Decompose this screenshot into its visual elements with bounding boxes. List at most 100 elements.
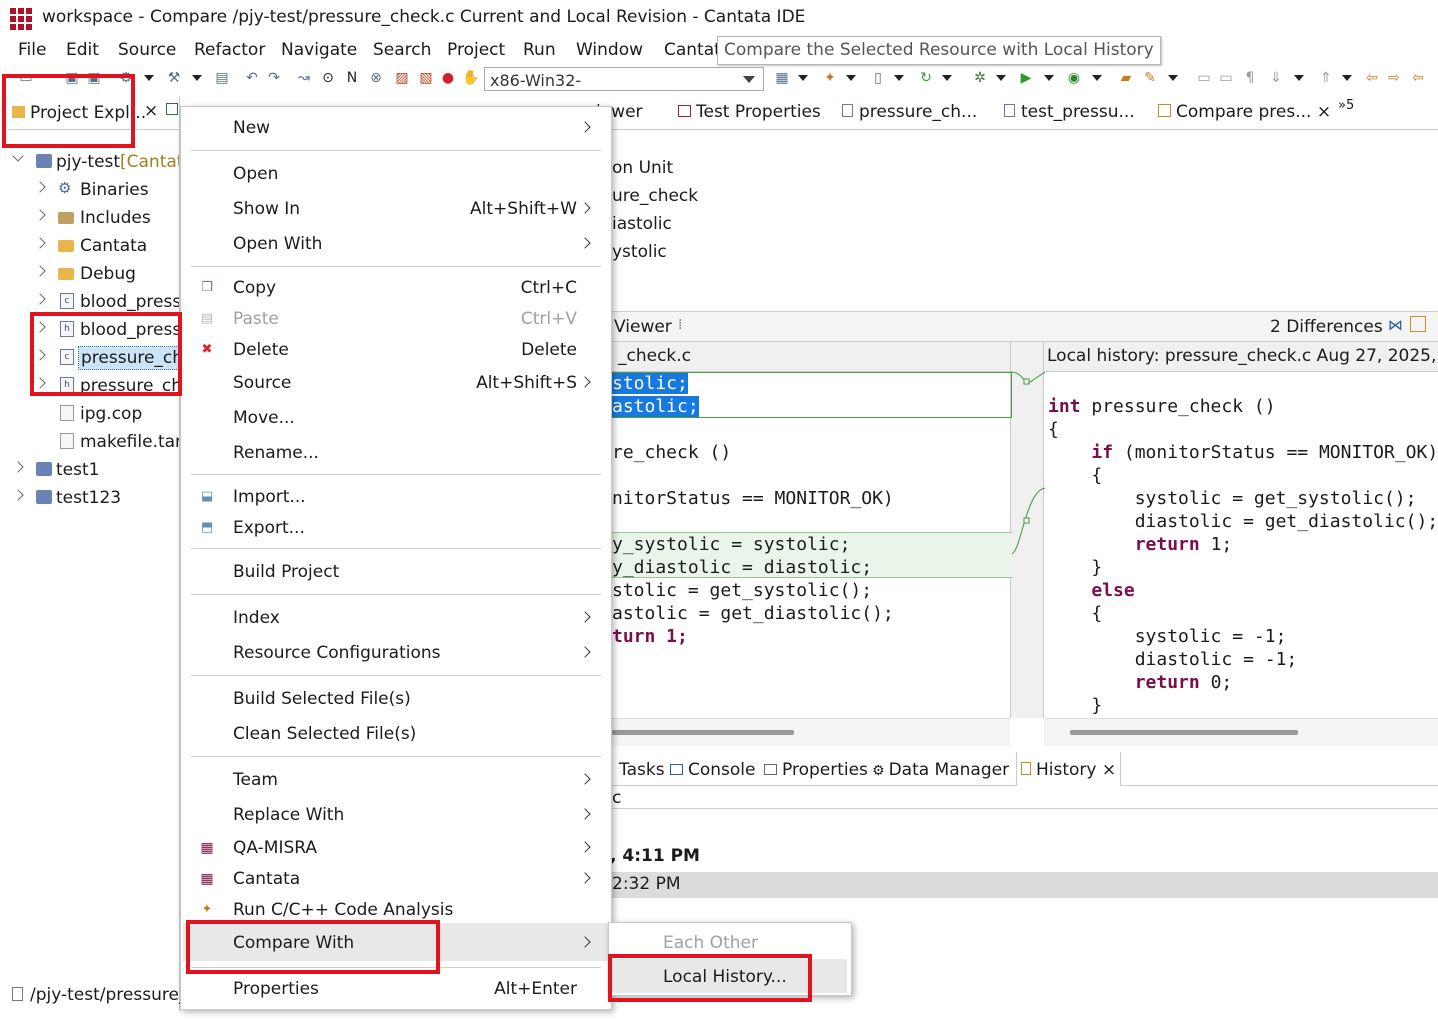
menu-item-resource-configurations[interactable]: Resource Configurations bbox=[233, 643, 441, 663]
menu-window[interactable]: Window bbox=[576, 40, 643, 60]
menu-search[interactable]: Search bbox=[373, 40, 431, 60]
menu-item-run-code-analysis[interactable]: Run C/C++ Code Analysis bbox=[233, 900, 453, 920]
open-folder-icon[interactable]: ▰ bbox=[1118, 70, 1134, 86]
left-code-pane[interactable]: stolic; astolic; re_check () nitorStatus… bbox=[612, 372, 1010, 718]
open-task-icon[interactable]: ▨ bbox=[394, 70, 410, 86]
menu-item-import[interactable]: Import... bbox=[233, 487, 306, 507]
tab-pressure-check[interactable]: pressure_ch... bbox=[842, 102, 977, 122]
tab-console[interactable]: Console bbox=[670, 760, 756, 780]
submenu-item-each-other[interactable]: Each Other bbox=[663, 933, 758, 953]
tab-data-manager[interactable]: ⚙ Data Manager bbox=[872, 760, 1009, 780]
close-icon[interactable]: × bbox=[144, 101, 158, 121]
menu-item-export[interactable]: Export... bbox=[233, 518, 305, 538]
scrollbar-thumb[interactable] bbox=[612, 730, 794, 735]
tab-overflow[interactable]: »5 bbox=[1338, 98, 1354, 113]
step-icon[interactable]: N bbox=[344, 70, 360, 86]
menu-item-copy[interactable]: Copy bbox=[233, 278, 276, 298]
tab-history[interactable]: History × bbox=[1016, 752, 1122, 786]
menu-item-delete[interactable]: Delete bbox=[233, 340, 289, 360]
submenu-item-local-history[interactable]: Local History... bbox=[663, 967, 787, 987]
outline-view-icon[interactable] bbox=[166, 103, 178, 115]
scrollbar-thumb[interactable] bbox=[1070, 730, 1298, 735]
menu-cantata[interactable]: Cantat bbox=[664, 40, 721, 60]
forward-icon[interactable]: ↷ bbox=[266, 70, 282, 86]
save-icon[interactable]: ▣ bbox=[64, 70, 80, 86]
menu-edit[interactable]: Edit bbox=[66, 40, 99, 60]
debug-launch-icon[interactable]: ▧ bbox=[418, 70, 434, 86]
structure-item[interactable]: ure_check bbox=[612, 186, 698, 206]
copy-right-icon[interactable] bbox=[1410, 316, 1426, 332]
drag-handle-icon[interactable]: ⁞ bbox=[678, 317, 682, 333]
tab-compare[interactable]: Compare pres... × bbox=[1156, 102, 1334, 122]
build-icon[interactable]: ⚙ bbox=[118, 70, 134, 86]
cantata-new-icon[interactable]: ▦ bbox=[774, 70, 790, 86]
stop-icon[interactable]: ⊗ bbox=[368, 70, 384, 86]
run-icon[interactable]: ▶ bbox=[1018, 70, 1034, 86]
tab-test-pressure[interactable]: test_pressu... bbox=[1004, 102, 1135, 122]
menu-source[interactable]: Source bbox=[118, 40, 176, 60]
menu-navigate[interactable]: Navigate bbox=[281, 40, 357, 60]
tab-properties[interactable]: Properties bbox=[764, 760, 868, 780]
right-code-pane[interactable]: int pressure_check () { if (monitorStatu… bbox=[1046, 372, 1438, 718]
save-all-icon[interactable]: ▣ bbox=[86, 70, 102, 86]
coverage-icon[interactable]: ◉ bbox=[1066, 70, 1082, 86]
back-icon[interactable]: ↶ bbox=[244, 70, 260, 86]
menu-item-open-with[interactable]: Open With bbox=[233, 234, 322, 254]
toggle-icon[interactable]: ▭ bbox=[1218, 70, 1234, 86]
last-edit-icon[interactable]: ⇦ bbox=[1364, 70, 1380, 86]
cantata-wizard-icon[interactable]: ✦ bbox=[822, 70, 838, 86]
menu-item-replace-with[interactable]: Replace With bbox=[233, 805, 344, 825]
left-horizontal-scrollbar[interactable] bbox=[612, 718, 1010, 746]
menu-item-paste[interactable]: Paste bbox=[233, 309, 279, 329]
brush-icon[interactable]: ✎ bbox=[1142, 70, 1158, 86]
menu-item-properties[interactable]: Properties bbox=[233, 979, 319, 999]
pin-icon[interactable]: ▭ bbox=[1196, 70, 1212, 86]
history-row[interactable]: , 4:11 PM bbox=[610, 846, 700, 866]
menu-refactor[interactable]: Refactor bbox=[194, 40, 265, 60]
structure-item[interactable]: on Unit bbox=[612, 158, 673, 178]
skip-icon[interactable]: ↝ bbox=[296, 70, 312, 86]
c-file-new-icon[interactable]: ▯ bbox=[870, 70, 886, 86]
new-icon[interactable]: ▭ bbox=[18, 70, 34, 86]
menu-item-source[interactable]: Source bbox=[233, 373, 291, 393]
bug-icon[interactable]: ✲ bbox=[972, 70, 988, 86]
menu-item-clean-selected[interactable]: Clean Selected File(s) bbox=[233, 724, 416, 744]
tab-test-properties[interactable]: Test Properties bbox=[678, 102, 821, 122]
menu-file[interactable]: File bbox=[18, 40, 46, 60]
menu-item-open[interactable]: Open bbox=[233, 164, 278, 184]
menu-item-build-project[interactable]: Build Project bbox=[233, 562, 339, 582]
tab-project-explorer[interactable]: Project Expl... bbox=[12, 103, 146, 123]
menu-item-cantata[interactable]: Cantata bbox=[233, 869, 300, 889]
next-annotation-icon[interactable]: ⇓ bbox=[1268, 70, 1284, 86]
prev-annotation-icon[interactable]: ⇑ bbox=[1318, 70, 1334, 86]
history-row[interactable]: 2:32 PM bbox=[612, 874, 681, 894]
menu-item-new[interactable]: New bbox=[233, 118, 270, 138]
menu-item-team[interactable]: Team bbox=[233, 770, 278, 790]
menu-item-qa-misra[interactable]: QA-MISRA bbox=[233, 838, 317, 858]
menu-project[interactable]: Project bbox=[447, 40, 505, 60]
right-horizontal-scrollbar[interactable] bbox=[1044, 718, 1438, 746]
merge-icon[interactable]: ⋈ bbox=[1388, 316, 1403, 334]
menu-item-index[interactable]: Index bbox=[233, 608, 280, 628]
menu-item-build-selected[interactable]: Build Selected File(s) bbox=[233, 689, 411, 709]
hand-icon[interactable]: ✋ bbox=[462, 70, 479, 86]
back-nav-icon[interactable]: ⇦ bbox=[1410, 70, 1426, 86]
menu-item-rename[interactable]: Rename... bbox=[233, 443, 319, 463]
record-icon[interactable]: ● bbox=[440, 70, 456, 86]
pilcrow-icon[interactable]: ¶ bbox=[1242, 70, 1258, 86]
menu-item-compare-with[interactable]: Compare With bbox=[233, 933, 354, 953]
build-target-combo[interactable]: x86-Win32- bbox=[484, 67, 764, 91]
menu-run[interactable]: Run bbox=[523, 40, 556, 60]
menu-item-show-in[interactable]: Show In bbox=[233, 199, 300, 219]
structure-item[interactable]: iastolic bbox=[612, 214, 672, 234]
menu-item-move[interactable]: Move... bbox=[233, 408, 295, 428]
structure-item[interactable]: ystolic bbox=[612, 242, 667, 262]
hammer-icon[interactable]: ⚒ bbox=[166, 70, 182, 86]
resume-icon[interactable]: ⊙ bbox=[320, 70, 336, 86]
forward-edit-icon[interactable]: ⇨ bbox=[1386, 70, 1402, 86]
close-icon[interactable]: × bbox=[1102, 760, 1116, 780]
tab-tasks[interactable]: Tasks bbox=[619, 760, 665, 780]
close-icon[interactable]: × bbox=[1317, 102, 1331, 122]
refresh-icon[interactable]: ↻ bbox=[918, 70, 934, 86]
print-icon[interactable]: ▤ bbox=[214, 70, 230, 86]
